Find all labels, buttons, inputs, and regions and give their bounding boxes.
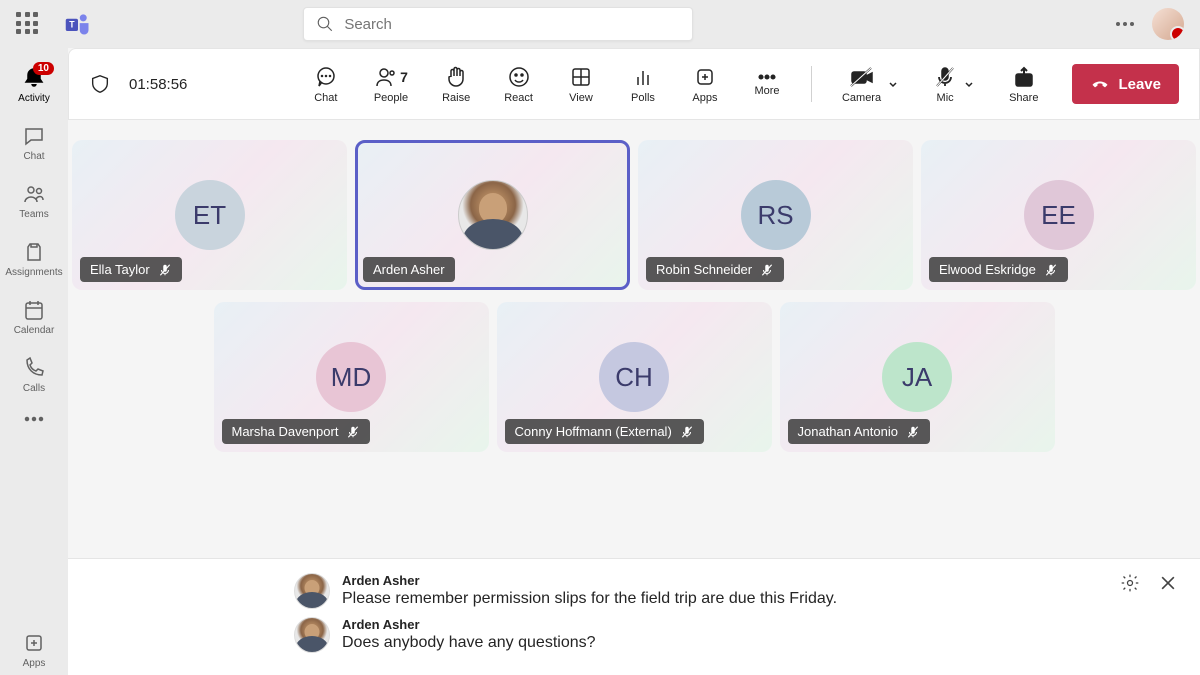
profile-avatar[interactable] — [1152, 8, 1184, 40]
rail-chat[interactable]: Chat — [0, 118, 68, 168]
rail-assignments[interactable]: Assignments — [0, 234, 68, 284]
toolbar-share-button[interactable]: Share — [997, 61, 1050, 108]
participant-tile[interactable]: JA Jonathan Antonio — [780, 302, 1055, 452]
activity-badge: 10 — [33, 62, 54, 75]
participant-name-chip: Marsha Davenport — [222, 419, 371, 444]
chat-message: Arden Asher Please remember permission sl… — [294, 573, 1174, 609]
participant-name-chip: Elwood Eskridge — [929, 257, 1068, 282]
rail-more[interactable] — [0, 408, 68, 430]
participant-avatar: RS — [741, 180, 811, 250]
search-input[interactable] — [344, 16, 680, 33]
close-icon[interactable] — [1158, 573, 1178, 593]
leave-button[interactable]: Leave — [1072, 64, 1179, 104]
chat-message: Arden Asher Does anybody have any questio… — [294, 617, 1174, 653]
participant-avatar: JA — [882, 342, 952, 412]
rail-calendar[interactable]: Calendar — [0, 292, 68, 342]
toolbar-mic-button[interactable]: Mic — [921, 61, 987, 108]
chevron-down-icon[interactable] — [887, 78, 899, 90]
participant-name-chip: Arden Asher — [363, 257, 455, 282]
chat-sender: Arden Asher — [342, 573, 837, 588]
rail-activity[interactable]: 10 Activity — [0, 60, 68, 110]
toolbar-view-button[interactable]: View — [555, 61, 607, 108]
participant-tile[interactable]: Arden Asher — [355, 140, 630, 290]
toolbar-camera-button[interactable]: Camera — [830, 61, 911, 108]
toolbar-more-button[interactable]: More — [741, 68, 793, 101]
participant-name-chip: Conny Hoffmann (External) — [505, 419, 704, 444]
participant-avatar: MD — [316, 342, 386, 412]
shield-icon[interactable] — [89, 73, 111, 95]
rail-teams[interactable]: Teams — [0, 176, 68, 226]
mic-muted-icon — [1044, 263, 1058, 277]
search-box[interactable] — [303, 7, 693, 41]
participant-tile[interactable]: CH Conny Hoffmann (External) — [497, 302, 772, 452]
chat-panel: Arden Asher Please remember permission sl… — [68, 558, 1200, 675]
toolbar-react-button[interactable]: React — [492, 61, 545, 108]
toolbar-people-button[interactable]: 7 People — [362, 61, 420, 108]
toolbar-raise-button[interactable]: Raise — [430, 61, 482, 108]
participant-avatar: CH — [599, 342, 669, 412]
app-launcher-icon[interactable] — [16, 12, 40, 36]
more-options-icon[interactable] — [1116, 22, 1134, 26]
chat-sender: Arden Asher — [342, 617, 596, 632]
mic-muted-icon — [680, 425, 694, 439]
participant-avatar: ET — [175, 180, 245, 250]
chat-avatar — [294, 617, 330, 653]
video-stage: ET Ella Taylor Arden Asher RS Robin Schneide… — [68, 120, 1200, 558]
meeting-timer: 01:58:56 — [129, 76, 187, 93]
chat-text: Please remember permission slips for the… — [342, 590, 837, 608]
chevron-down-icon[interactable] — [963, 78, 975, 90]
participant-tile[interactable]: ET Ella Taylor — [72, 140, 347, 290]
mic-muted-icon — [346, 425, 360, 439]
participant-name-chip: Ella Taylor — [80, 257, 182, 282]
gear-icon[interactable] — [1120, 573, 1140, 593]
participant-name-chip: Jonathan Antonio — [788, 419, 930, 444]
teams-logo-icon: T — [64, 10, 92, 38]
search-icon — [316, 15, 334, 33]
mic-muted-icon — [760, 263, 774, 277]
toolbar-apps-button[interactable]: Apps — [679, 61, 731, 108]
meeting-toolbar: 01:58:56 Chat 7 People Raise React — [68, 48, 1200, 120]
participant-avatar-photo — [458, 180, 528, 250]
participant-tile[interactable]: RS Robin Schneider — [638, 140, 913, 290]
participant-tile[interactable]: EE Elwood Eskridge — [921, 140, 1196, 290]
rail-apps[interactable]: Apps — [0, 625, 68, 675]
toolbar-divider — [811, 66, 812, 102]
mic-muted-icon — [906, 425, 920, 439]
participant-name-chip: Robin Schneider — [646, 257, 784, 282]
toolbar-chat-button[interactable]: Chat — [300, 61, 352, 108]
svg-text:T: T — [69, 20, 75, 30]
app-rail: 10 Activity Chat Teams Assignments Calen… — [0, 48, 68, 675]
hangup-icon — [1090, 74, 1110, 94]
rail-calls[interactable]: Calls — [0, 350, 68, 400]
participant-avatar: EE — [1024, 180, 1094, 250]
participant-tile[interactable]: MD Marsha Davenport — [214, 302, 489, 452]
toolbar-polls-button[interactable]: Polls — [617, 61, 669, 108]
mic-muted-icon — [158, 263, 172, 277]
chat-text: Does anybody have any questions? — [342, 634, 596, 652]
chat-avatar — [294, 573, 330, 609]
